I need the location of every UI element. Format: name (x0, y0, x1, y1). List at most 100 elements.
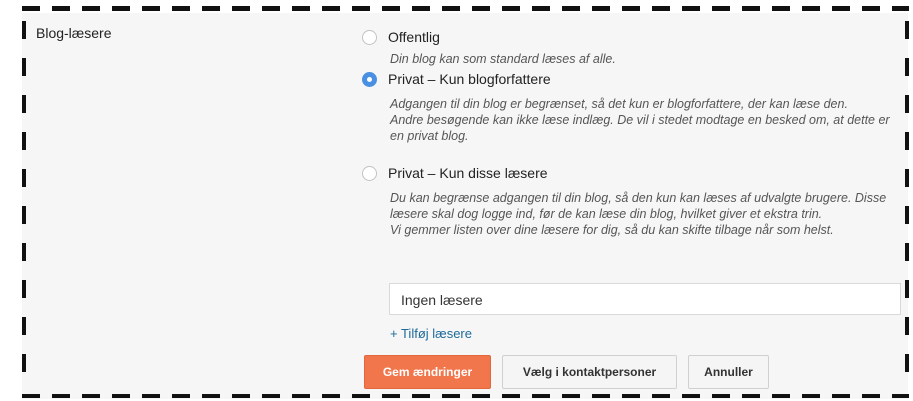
border-dash (802, 6, 820, 11)
choose-contacts-button[interactable]: Vælg i kontaktpersoner (502, 355, 677, 389)
option-description-public: Din blog kan som standard læses af alle. (390, 51, 900, 67)
border-dash (202, 6, 220, 11)
radio-option-public[interactable]: Offentlig (362, 29, 440, 45)
description-text: Du kan begrænse adgangen til din blog, s… (390, 191, 887, 221)
border-dash (442, 394, 460, 398)
border-dash (622, 6, 640, 11)
description-text: Vi gemmer listen over dine læsere for di… (390, 223, 834, 237)
border-dash (22, 354, 26, 372)
border-dash (472, 394, 490, 398)
border-dash (22, 394, 40, 398)
option-label-public: Offentlig (388, 29, 440, 45)
border-dash (82, 6, 100, 11)
border-dash (322, 394, 340, 398)
border-dash (892, 394, 909, 398)
border-dash (22, 243, 26, 261)
border-dash (22, 206, 26, 224)
border-dash (52, 6, 70, 11)
radio-button-icon[interactable] (362, 29, 377, 45)
border-dash (172, 394, 190, 398)
border-dash (905, 280, 909, 298)
description-text: Adgangen til din blog er begrænset, så d… (390, 97, 848, 111)
setting-label: Blog-læsere (36, 25, 112, 41)
border-dash (682, 6, 700, 11)
border-dash (292, 394, 310, 398)
border-dash (22, 95, 26, 113)
border-dash (682, 394, 700, 398)
border-dash (502, 394, 520, 398)
border-dash (532, 394, 550, 398)
border-dash (592, 6, 610, 11)
border-dash (172, 6, 190, 11)
border-dash (712, 6, 730, 11)
border-dash (22, 169, 26, 187)
border-dash (862, 394, 880, 398)
border-dash (52, 394, 70, 398)
border-dash (232, 394, 250, 398)
border-dash (592, 394, 610, 398)
border-dash (905, 95, 909, 113)
border-dash (772, 6, 790, 11)
border-dash (905, 206, 909, 224)
option-description-private-readers: Du kan begrænse adgangen til din blog, s… (390, 190, 900, 238)
border-dash (712, 394, 730, 398)
border-dash (322, 6, 340, 11)
border-dash (412, 394, 430, 398)
border-dash (892, 6, 909, 11)
border-dash (292, 6, 310, 11)
border-dash (862, 6, 880, 11)
border-dash (352, 394, 370, 398)
border-dash (22, 280, 26, 298)
border-dash (112, 394, 130, 398)
description-text: Din blog kan som standard læses af alle. (390, 52, 616, 66)
border-dash (832, 6, 850, 11)
border-dash (22, 58, 26, 76)
border-dash (82, 394, 100, 398)
border-dash (772, 394, 790, 398)
border-dash (22, 6, 40, 11)
cancel-button[interactable]: Annuller (688, 355, 769, 389)
option-description-private-authors: Adgangen til din blog er begrænset, så d… (390, 96, 900, 144)
border-dash (382, 6, 400, 11)
border-dash (262, 6, 280, 11)
option-label-private-readers: Privat – Kun disse læsere (388, 165, 548, 181)
border-dash (142, 6, 160, 11)
radio-option-private-authors[interactable]: Privat – Kun blogforfattere (362, 71, 551, 87)
border-dash (232, 6, 250, 11)
border-dash (802, 394, 820, 398)
radio-button-selected-icon[interactable] (362, 71, 377, 87)
description-text: Andre besøgende kan ikke læse indlæg. De… (390, 113, 890, 143)
border-dash (905, 317, 909, 335)
border-dash (472, 6, 490, 11)
radio-option-private-readers[interactable]: Privat – Kun disse læsere (362, 165, 548, 181)
save-changes-button[interactable]: Gem ændringer (364, 355, 491, 389)
border-dash (22, 132, 26, 150)
border-dash (905, 243, 909, 261)
border-dash (532, 6, 550, 11)
border-dash (442, 6, 460, 11)
border-dash (622, 394, 640, 398)
border-dash (262, 394, 280, 398)
border-dash (142, 394, 160, 398)
border-dash (905, 169, 909, 187)
border-dash (905, 354, 909, 372)
radio-button-icon[interactable] (362, 165, 377, 181)
border-dash (412, 6, 430, 11)
border-dash (502, 6, 520, 11)
border-dash (382, 394, 400, 398)
border-dash (202, 394, 220, 398)
border-dash (562, 394, 580, 398)
readers-list-field[interactable]: Ingen læsere (389, 283, 901, 315)
border-dash (742, 394, 760, 398)
border-dash (352, 6, 370, 11)
border-dash (112, 6, 130, 11)
border-dash (905, 21, 909, 39)
border-dash (832, 394, 850, 398)
border-dash (905, 132, 909, 150)
option-label-private-authors: Privat – Kun blogforfattere (388, 71, 551, 87)
add-readers-link[interactable]: + Tilføj læsere (390, 326, 472, 341)
border-dash (22, 21, 26, 39)
border-dash (905, 58, 909, 76)
border-dash (742, 6, 760, 11)
border-dash (652, 6, 670, 11)
